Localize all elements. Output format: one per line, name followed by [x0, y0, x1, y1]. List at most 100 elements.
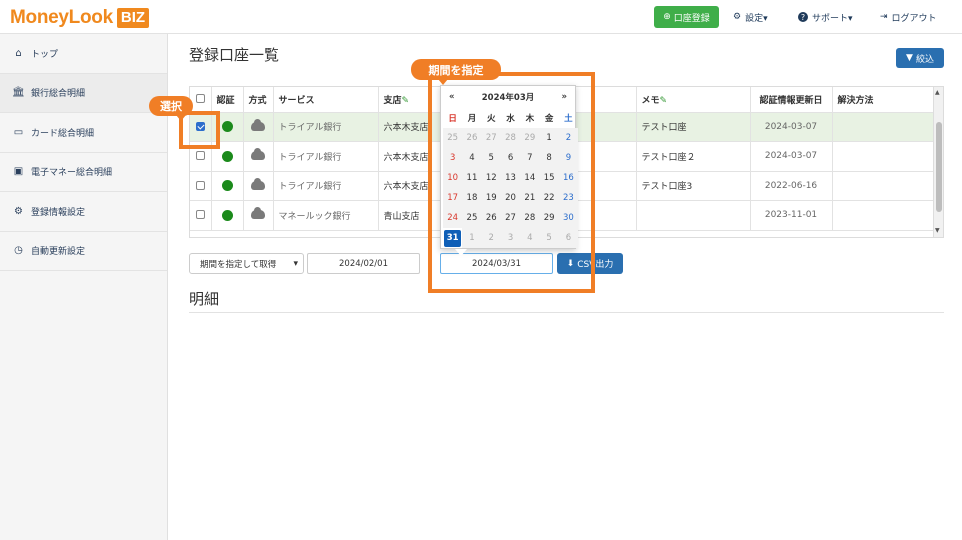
- bank-icon: 🏛: [12, 87, 25, 99]
- sidebar-item-top[interactable]: ⌂ トップ: [0, 34, 167, 74]
- select-all-cell[interactable]: [190, 87, 212, 113]
- status-dot-icon: [221, 121, 233, 133]
- col-header-memo: メモ✎: [636, 87, 751, 113]
- auth-status-cell: [211, 200, 244, 231]
- sidebar-item-emoney-statements[interactable]: ▣ 電子マネー総合明細: [0, 153, 167, 192]
- branch-cell: 六本木支店: [378, 112, 431, 142]
- sidebar-item-card-statements[interactable]: ▭ カード総合明細: [0, 113, 167, 153]
- cloud-icon: [251, 148, 265, 161]
- memo-cell: テスト口座２: [636, 141, 751, 172]
- row-checkbox[interactable]: [195, 180, 205, 190]
- memo-cell: テスト口座3: [636, 171, 751, 201]
- period-callout: 期間を指定: [411, 59, 501, 80]
- scroll-up-icon[interactable]: ▲: [935, 89, 940, 96]
- plus-circle-icon: ⊕: [663, 12, 671, 22]
- logout-link[interactable]: ⇥ ログアウト: [880, 6, 937, 28]
- logo-text: MoneyLook: [10, 7, 113, 28]
- section-divider: [189, 312, 944, 313]
- auth-updated-cell: 2024-03-07: [750, 141, 833, 172]
- memo-cell: [636, 200, 751, 231]
- period-highlight-box: [428, 72, 595, 293]
- detail-section-title: 明細: [189, 290, 220, 308]
- col-header-service: サービス: [273, 87, 379, 113]
- support-label: サポート▾: [812, 13, 853, 24]
- date-from-input[interactable]: 2024/02/01: [307, 253, 420, 274]
- service-cell: トライアル銀行: [273, 112, 379, 142]
- sidebar-item-label: トップ: [31, 49, 59, 60]
- memo-header-label: メモ: [641, 95, 660, 106]
- pencil-icon[interactable]: ✎: [402, 96, 410, 106]
- sidebar-item-label: カード総合明細: [31, 128, 95, 139]
- register-label: 口座登録: [673, 13, 710, 24]
- cloud-icon: [251, 207, 265, 220]
- filter-icon: ▼: [906, 53, 913, 63]
- cloud-icon: [251, 118, 265, 131]
- row-select-cell[interactable]: [190, 200, 212, 231]
- branch-cell: 六本木支店: [378, 171, 431, 201]
- sidebar-item-label: 銀行総合明細: [31, 89, 86, 100]
- branch-cell: 青山支店: [378, 200, 431, 231]
- auth-updated-cell: 2022-06-16: [750, 171, 833, 201]
- app-header: MoneyLook BIZ ⊕ 口座登録 ⚙ 設定▾ ? サポート▾ ⇥ ログア…: [0, 0, 962, 34]
- gear-icon: ⚙: [14, 205, 23, 217]
- gear-icon: ⚙: [733, 12, 742, 22]
- method-cell: [243, 171, 274, 201]
- filter-button[interactable]: ▼ 絞込: [896, 48, 944, 68]
- col-header-auth: 認証: [211, 87, 244, 113]
- select-callout-tail: [176, 115, 186, 121]
- scrollbar-thumb[interactable]: [936, 122, 942, 212]
- method-cell: [243, 141, 274, 172]
- row-checkbox[interactable]: [195, 210, 205, 220]
- period-select[interactable]: 期間を指定して取得: [189, 253, 304, 274]
- branch-header-label: 支店: [383, 95, 402, 106]
- scroll-down-icon[interactable]: ▼: [935, 227, 940, 234]
- sidebar-item-label: 自動更新設定: [31, 247, 86, 258]
- service-cell: トライアル銀行: [273, 141, 379, 172]
- sidebar-item-bank-statements[interactable]: 🏛 銀行総合明細: [0, 73, 167, 113]
- resolution-cell: [832, 141, 936, 172]
- row-checkbox[interactable]: [195, 151, 205, 161]
- logo-biz-badge: BIZ: [116, 8, 150, 28]
- sidebar-item-label: 電子マネー総合明細: [31, 168, 113, 179]
- resolution-cell: [832, 200, 936, 231]
- select-all-checkbox[interactable]: [195, 94, 205, 104]
- service-cell: トライアル銀行: [273, 171, 379, 201]
- row-select-cell[interactable]: [190, 171, 212, 201]
- settings-menu[interactable]: ⚙ 設定▾: [733, 6, 768, 28]
- question-icon: ?: [798, 12, 808, 22]
- branch-cell: 六本木支店: [378, 141, 431, 172]
- col-header-branch: 支店✎: [378, 87, 431, 113]
- sidebar: ⌂ トップ 🏛 銀行総合明細 ▭ カード総合明細 ▣ 電子マネー総合明細 ⚙ 登…: [0, 34, 168, 540]
- method-cell: [243, 200, 274, 231]
- credit-card-icon: ▭: [13, 126, 24, 138]
- auth-updated-cell: 2024-03-07: [750, 112, 833, 142]
- logo[interactable]: MoneyLook BIZ: [10, 6, 150, 30]
- status-dot-icon: [221, 150, 233, 162]
- pencil-icon[interactable]: ✎: [660, 96, 668, 106]
- status-dot-icon: [221, 209, 233, 221]
- home-icon: ⌂: [15, 47, 22, 59]
- auth-updated-cell: 2023-11-01: [750, 200, 833, 231]
- cloud-icon: [251, 177, 265, 190]
- select-callout: 選択: [149, 96, 193, 116]
- resolution-cell: [832, 112, 936, 142]
- support-menu[interactable]: ? サポート▾: [798, 6, 853, 28]
- filter-label: 絞込: [915, 54, 934, 65]
- memo-cell: テスト口座: [636, 112, 751, 142]
- table-scrollbar[interactable]: ▲ ▼: [933, 87, 943, 237]
- sidebar-item-label: 登録情報設定: [31, 207, 86, 218]
- sidebar-item-auto-update-settings[interactable]: ◷ 自動更新設定: [0, 232, 167, 271]
- register-account-button[interactable]: ⊕ 口座登録: [654, 6, 719, 28]
- settings-label: 設定▾: [745, 13, 768, 24]
- method-cell: [243, 112, 274, 142]
- col-header-resolution: 解決方法: [832, 87, 936, 113]
- sidebar-item-registration-settings[interactable]: ⚙ 登録情報設定: [0, 192, 167, 232]
- auth-status-cell: [211, 171, 244, 201]
- service-cell: マネールック銀行: [273, 200, 379, 231]
- logout-icon: ⇥: [880, 12, 888, 22]
- page-title: 登録口座一覧: [189, 46, 280, 64]
- status-dot-icon: [221, 180, 233, 192]
- money-icon: ▣: [13, 166, 24, 178]
- logout-label: ログアウト: [891, 13, 937, 24]
- col-header-method: 方式: [243, 87, 274, 113]
